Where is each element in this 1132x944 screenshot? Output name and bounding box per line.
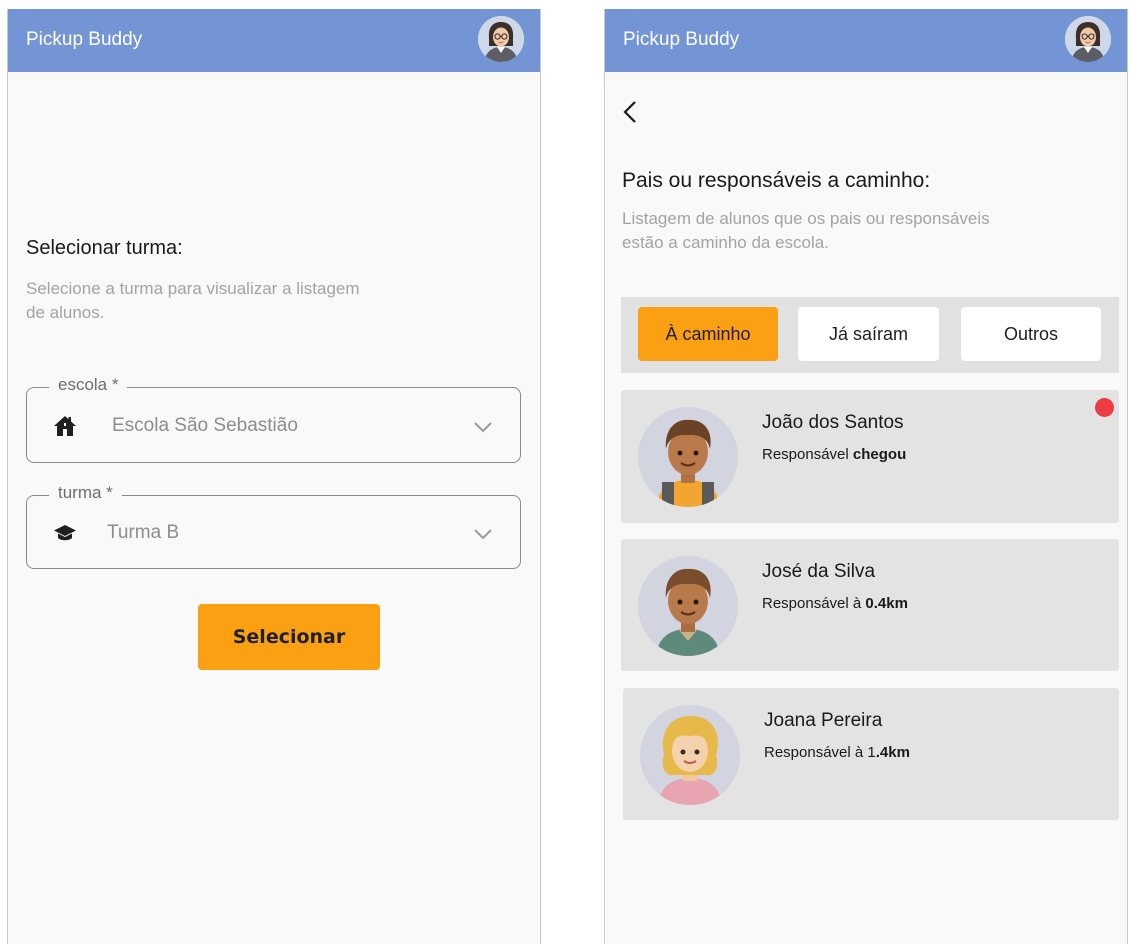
status-value: .4km (875, 744, 910, 761)
school-field-value: Escola São Sebastião (112, 415, 298, 436)
status-value: 0.4km (865, 595, 908, 612)
status-value: chegou (852, 446, 907, 463)
student-name: João dos Santos (762, 412, 904, 433)
select-class-subtitle: Selecione a turma para visualizar a list… (26, 277, 360, 325)
guardian-status: Responsável à 1.4km (764, 744, 910, 761)
class-selection-screen: Pickup Buddy Selecionar turma: Selecione… (7, 9, 541, 944)
student-name: José da Silva (762, 561, 876, 582)
guardian-status: Responsável à 0.4km (762, 595, 908, 612)
tab-others[interactable]: Outros (961, 307, 1101, 361)
back-arrow-icon[interactable] (619, 99, 643, 125)
student-name: Joana Pereira (764, 710, 883, 731)
subtitle-line: de alunos. (26, 303, 105, 322)
student-card[interactable]: João dos Santos Responsável chegou (621, 390, 1119, 523)
class-field-value: Turma B (107, 522, 180, 543)
status-tabs: À caminho Já saíram Outros (621, 297, 1119, 373)
chevron-down-icon[interactable] (472, 523, 494, 545)
app-bar: Pickup Buddy (605, 9, 1127, 72)
house-icon (53, 414, 77, 438)
app-title: Pickup Buddy (26, 29, 143, 50)
school-select[interactable]: escola * Escola São Sebastião (26, 375, 521, 463)
tab-on-the-way[interactable]: À caminho (638, 307, 778, 361)
status-text: Responsável à 1 (764, 744, 876, 761)
tab-already-left[interactable]: Já saíram (798, 307, 939, 361)
school-field-label: escola * (49, 375, 128, 395)
select-class-title: Selecionar turma: (26, 237, 183, 259)
student-avatar (640, 705, 740, 805)
student-list-screen: Pickup Buddy Pais ou responsáveis a cami… (604, 9, 1128, 944)
subtitle-line: Selecione a turma para visualizar a list… (26, 279, 360, 298)
select-button[interactable]: Selecionar (198, 604, 380, 670)
student-avatar (638, 407, 738, 507)
status-text: Responsável (762, 446, 853, 463)
graduation-cap-icon (53, 521, 77, 545)
user-avatar[interactable] (1065, 16, 1111, 62)
chevron-down-icon[interactable] (472, 416, 494, 438)
class-select[interactable]: turma * Turma B (26, 483, 521, 569)
subtitle-line: Listagem de alunos que os pais ou respon… (622, 209, 990, 228)
list-title: Pais ou responsáveis a caminho: (622, 169, 931, 192)
student-card[interactable]: José da Silva Responsável à 0.4km (621, 539, 1119, 671)
subtitle-line: estão a caminho da escola. (622, 233, 829, 252)
notification-dot (1095, 398, 1114, 417)
student-avatar (638, 556, 738, 656)
app-title: Pickup Buddy (623, 29, 740, 50)
list-subtitle: Listagem de alunos que os pais ou respon… (622, 207, 990, 255)
class-field-label: turma * (49, 483, 122, 503)
status-text: Responsável à (762, 595, 866, 612)
app-bar: Pickup Buddy (8, 9, 540, 72)
guardian-status: Responsável chegou (762, 446, 906, 463)
student-card[interactable]: Joana Pereira Responsável à 1.4km (623, 688, 1119, 820)
user-avatar[interactable] (478, 16, 524, 62)
